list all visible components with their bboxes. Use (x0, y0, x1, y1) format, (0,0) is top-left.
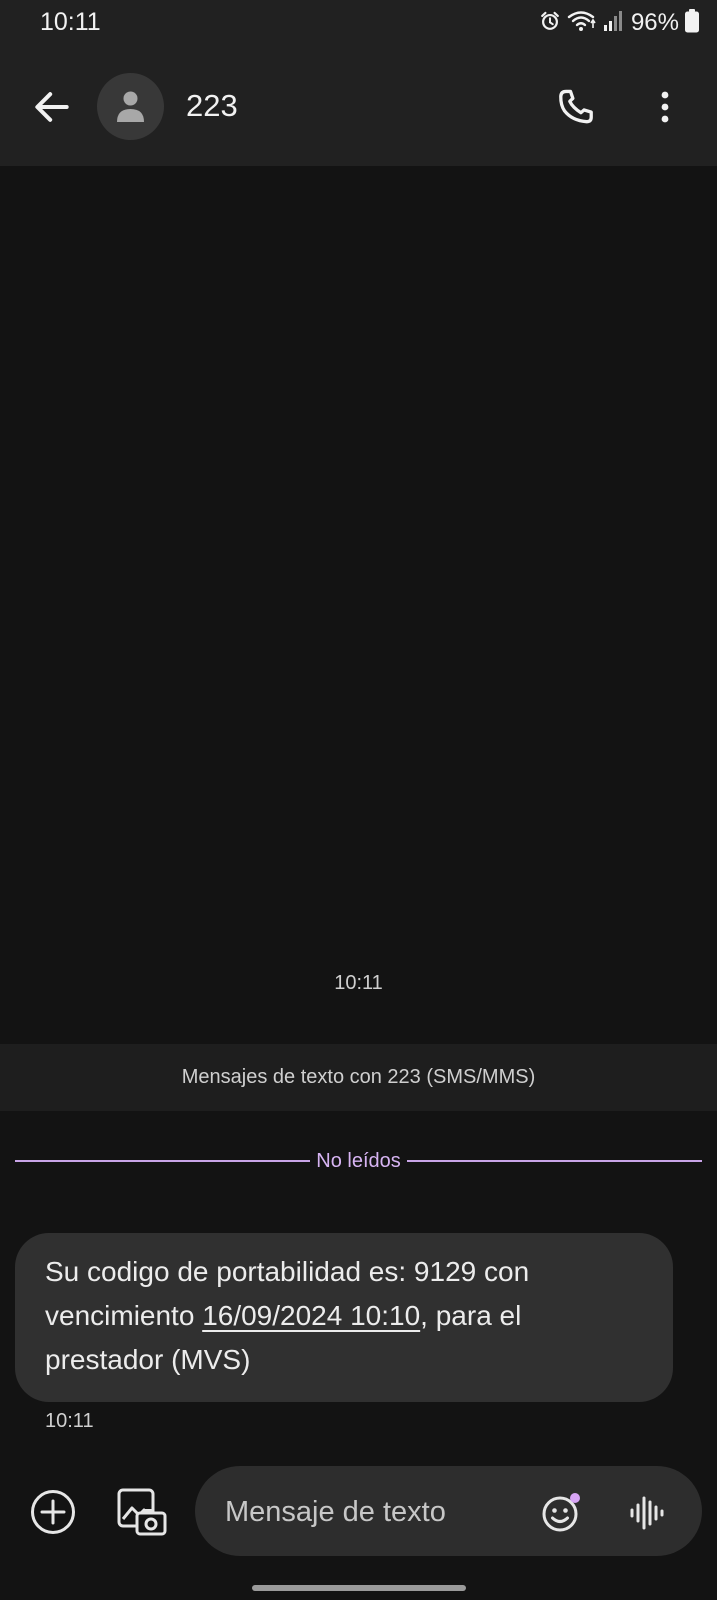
conversation-info-text: Mensajes de texto con 223 (SMS/MMS) (181, 1066, 536, 1088)
call-button[interactable] (554, 85, 598, 129)
thread-timestamp: 10:11 (334, 972, 383, 994)
back-button[interactable] (30, 85, 74, 129)
status-icons: 96% (539, 8, 699, 38)
message-date-link[interactable]: 16/09/2024 10:10 (202, 1300, 420, 1331)
gallery-button[interactable] (116, 1486, 168, 1538)
unread-divider-line (15, 1160, 311, 1162)
voice-message-button[interactable] (625, 1491, 669, 1535)
status-time: 10:11 (40, 8, 101, 36)
compose-bar (0, 1466, 717, 1600)
message-timestamp: 10:11 (45, 1410, 94, 1432)
message-thread[interactable]: 10:11 Mensajes de texto con 223 (SMS/MMS… (0, 166, 717, 1466)
battery-percentage: 96% (630, 9, 679, 36)
unread-divider-line (406, 1160, 702, 1162)
back-arrow-icon (35, 92, 69, 122)
person-icon (117, 91, 144, 122)
gesture-navigation-bar[interactable] (252, 1585, 466, 1591)
message-text-field[interactable] (195, 1466, 702, 1556)
conversation-info-banner: Mensajes de texto con 223 (SMS/MMS) (0, 1044, 717, 1111)
conversation-app-bar: 223 (0, 48, 717, 166)
add-attachment-button[interactable] (29, 1488, 77, 1536)
more-options-button[interactable] (648, 85, 682, 129)
add-icon (31, 1490, 75, 1534)
alarm-icon (539, 10, 561, 37)
emoji-button[interactable] (539, 1491, 583, 1535)
contact-avatar[interactable] (97, 73, 164, 140)
message-input[interactable] (223, 1486, 527, 1538)
gallery-camera-icon (117, 1488, 167, 1536)
phone-icon (559, 89, 593, 124)
unread-divider: No leídos (15, 1150, 702, 1172)
signal-icon (603, 10, 623, 37)
voice-wave-icon (630, 1496, 664, 1530)
emoji-icon (542, 1493, 580, 1532)
unread-label: No leídos (316, 1149, 401, 1172)
status-bar: 10:11 96% (0, 0, 717, 48)
more-vert-icon (661, 91, 669, 123)
contact-title[interactable]: 223 (186, 88, 238, 124)
incoming-message-bubble[interactable]: Su codigo de portabilidad es: 9129 con v… (15, 1233, 673, 1402)
battery-icon (685, 8, 699, 38)
wifi-icon (567, 9, 597, 38)
